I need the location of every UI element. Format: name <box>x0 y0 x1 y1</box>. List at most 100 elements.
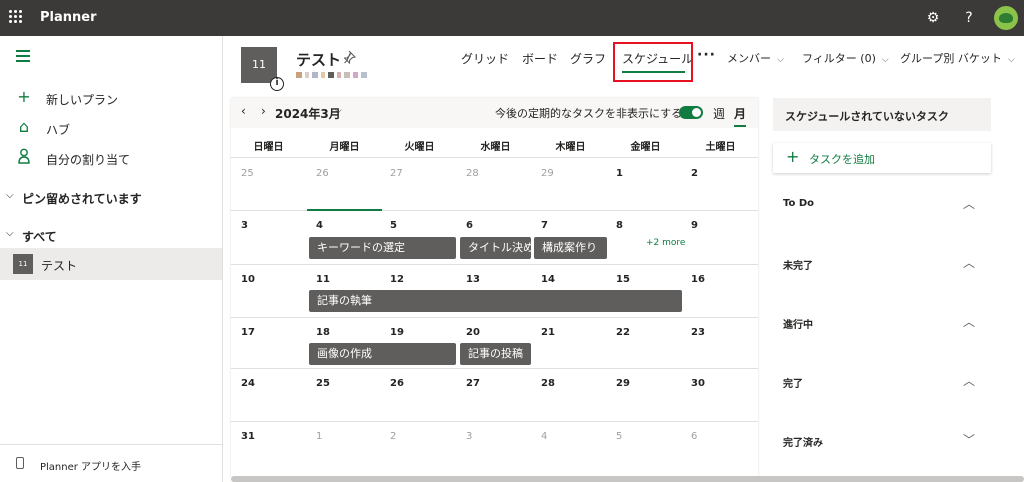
day-cell[interactable]: 27 <box>390 168 403 179</box>
day-cell[interactable]: 25 <box>316 378 330 389</box>
next-month-icon[interactable]: › <box>261 104 266 118</box>
avatar[interactable] <box>994 6 1018 30</box>
day-cell[interactable]: 9 <box>691 220 698 231</box>
more-tasks-link[interactable]: +2 more <box>646 238 685 248</box>
day-cell[interactable]: 10 <box>241 274 255 285</box>
day-cell[interactable]: 26 <box>390 378 404 389</box>
divider <box>231 157 758 158</box>
month-view-button[interactable]: 月 <box>734 105 746 122</box>
get-app-link[interactable]: Planner アプリを入手 <box>0 444 222 482</box>
task-bar[interactable]: 画像の作成 <box>309 343 456 365</box>
day-cell[interactable]: 3 <box>241 220 248 231</box>
sidebar-item-plan[interactable]: 11 テスト <box>0 248 222 280</box>
day-cell[interactable]: 6 <box>691 431 697 442</box>
sidebar-item-my-assignments[interactable]: 自分の割り当て <box>0 144 222 172</box>
weekday-header: 日曜日 <box>253 142 284 153</box>
previous-month-icon[interactable]: ‹ <box>241 104 246 118</box>
day-cell[interactable]: 11 <box>316 274 330 285</box>
day-cell[interactable]: 17 <box>241 327 255 338</box>
tab-board[interactable]: ボード <box>522 50 558 67</box>
day-cell[interactable]: 27 <box>466 378 480 389</box>
day-cell[interactable]: 28 <box>466 168 479 179</box>
week-view-button[interactable]: 週 <box>713 105 725 122</box>
day-cell[interactable]: 4 <box>541 431 547 442</box>
bucket-incomplete[interactable]: 未完了 ︿ <box>773 253 991 275</box>
day-cell[interactable]: 22 <box>616 327 630 338</box>
more-options-icon[interactable]: ··· <box>697 47 716 63</box>
day-cell[interactable]: 3 <box>466 431 472 442</box>
day-cell[interactable]: 28 <box>541 378 555 389</box>
help-icon[interactable]: ? <box>959 8 979 28</box>
bucket-label: 完了済み <box>783 438 823 449</box>
group-by-dropdown[interactable]: グループ別 バケット ⌵ <box>900 50 1015 66</box>
day-cell[interactable]: 29 <box>541 168 554 179</box>
day-cell[interactable]: 23 <box>691 327 705 338</box>
filter-dropdown[interactable]: フィルター (0) ⌵ <box>802 50 889 66</box>
day-cell[interactable]: 26 <box>316 168 329 179</box>
sidebar-item-hub[interactable]: ⌂ ハブ <box>0 114 222 142</box>
calendar: ‹ › 2024年3月 ⌵ 今後の定期的なタスクを非表示にする 週 月 日曜日 … <box>231 98 758 478</box>
day-cell[interactable]: 19 <box>390 327 404 338</box>
day-cell[interactable]: 8 <box>616 220 623 231</box>
task-bar[interactable]: タイトル決め <box>460 237 531 259</box>
day-cell[interactable]: 5 <box>616 431 622 442</box>
app-launcher-icon[interactable] <box>9 10 23 24</box>
chevron-down-icon[interactable]: ⌵ <box>335 106 342 116</box>
members-dropdown[interactable]: メンバー ⌵ <box>727 50 784 66</box>
sidebar-section-pinned[interactable]: ⌵ ピン留めされています <box>0 186 222 210</box>
tab-charts[interactable]: グラフ <box>570 50 606 67</box>
weekday-header: 木曜日 <box>555 142 586 153</box>
chevron-up-icon: ︿ <box>963 315 976 329</box>
section-label: ピン留めされています <box>22 192 142 206</box>
bucket-completed[interactable]: 完了済み ﹀ <box>773 430 991 452</box>
bucket-done[interactable]: 完了 ︿ <box>773 371 991 393</box>
divider <box>231 421 758 422</box>
pin-icon[interactable] <box>343 50 357 68</box>
day-cell[interactable]: 12 <box>390 274 404 285</box>
day-cell[interactable]: 18 <box>316 327 330 338</box>
hamburger-menu-icon[interactable] <box>16 50 30 62</box>
task-bar[interactable]: 記事の執筆 <box>309 290 682 312</box>
day-cell[interactable]: 25 <box>241 168 254 179</box>
app-title[interactable]: Planner <box>40 10 97 25</box>
highlight-annotation <box>613 42 693 82</box>
day-cell[interactable]: 4 <box>316 220 323 231</box>
day-cell[interactable]: 15 <box>616 274 630 285</box>
day-cell[interactable]: 2 <box>691 168 698 179</box>
day-cell[interactable]: 5 <box>390 220 397 231</box>
day-cell[interactable]: 16 <box>691 274 705 285</box>
month-label[interactable]: 2024年3月 <box>275 105 341 122</box>
plan-name[interactable]: テスト <box>296 49 341 70</box>
day-cell[interactable]: 6 <box>466 220 473 231</box>
day-cell[interactable]: 14 <box>541 274 555 285</box>
members-label: メンバー <box>727 52 771 65</box>
home-icon: ⌂ <box>18 117 30 136</box>
task-bar[interactable]: 構成案作り <box>534 237 607 259</box>
task-bar[interactable]: 記事の投稿 <box>460 343 531 365</box>
day-cell[interactable]: 13 <box>466 274 480 285</box>
sidebar-item-new-plan[interactable]: + 新しいプラン <box>0 84 222 112</box>
tab-grid[interactable]: グリッド <box>461 50 509 67</box>
chevron-down-icon: ⌵ <box>1007 55 1015 65</box>
task-bar[interactable]: キーワードの選定 <box>309 237 456 259</box>
day-cell[interactable]: 31 <box>241 431 255 442</box>
bucket-in-progress[interactable]: 進行中 ︿ <box>773 312 991 334</box>
day-cell[interactable]: 1 <box>616 168 623 179</box>
day-cell[interactable]: 21 <box>541 327 555 338</box>
horizontal-scrollbar[interactable] <box>231 476 1024 482</box>
gear-icon[interactable]: ⚙ <box>923 8 943 28</box>
day-cell[interactable]: 20 <box>466 327 480 338</box>
sidebar-section-all[interactable]: ⌵ すべて <box>0 224 222 248</box>
bucket-todo[interactable]: To Do ︿ <box>773 194 991 216</box>
day-cell[interactable]: 30 <box>691 378 705 389</box>
day-cell[interactable]: 7 <box>541 220 548 231</box>
day-cell[interactable]: 29 <box>616 378 630 389</box>
info-icon[interactable]: i <box>270 77 284 91</box>
phone-icon <box>16 457 24 469</box>
add-task-button[interactable]: + タスクを追加 <box>773 143 991 173</box>
day-cell[interactable]: 2 <box>390 431 396 442</box>
hide-recurring-toggle[interactable] <box>679 106 703 119</box>
calendar-toolbar: ‹ › 2024年3月 ⌵ 今後の定期的なタスクを非表示にする 週 月 <box>231 98 758 128</box>
day-cell[interactable]: 24 <box>241 378 255 389</box>
day-cell[interactable]: 1 <box>316 431 322 442</box>
